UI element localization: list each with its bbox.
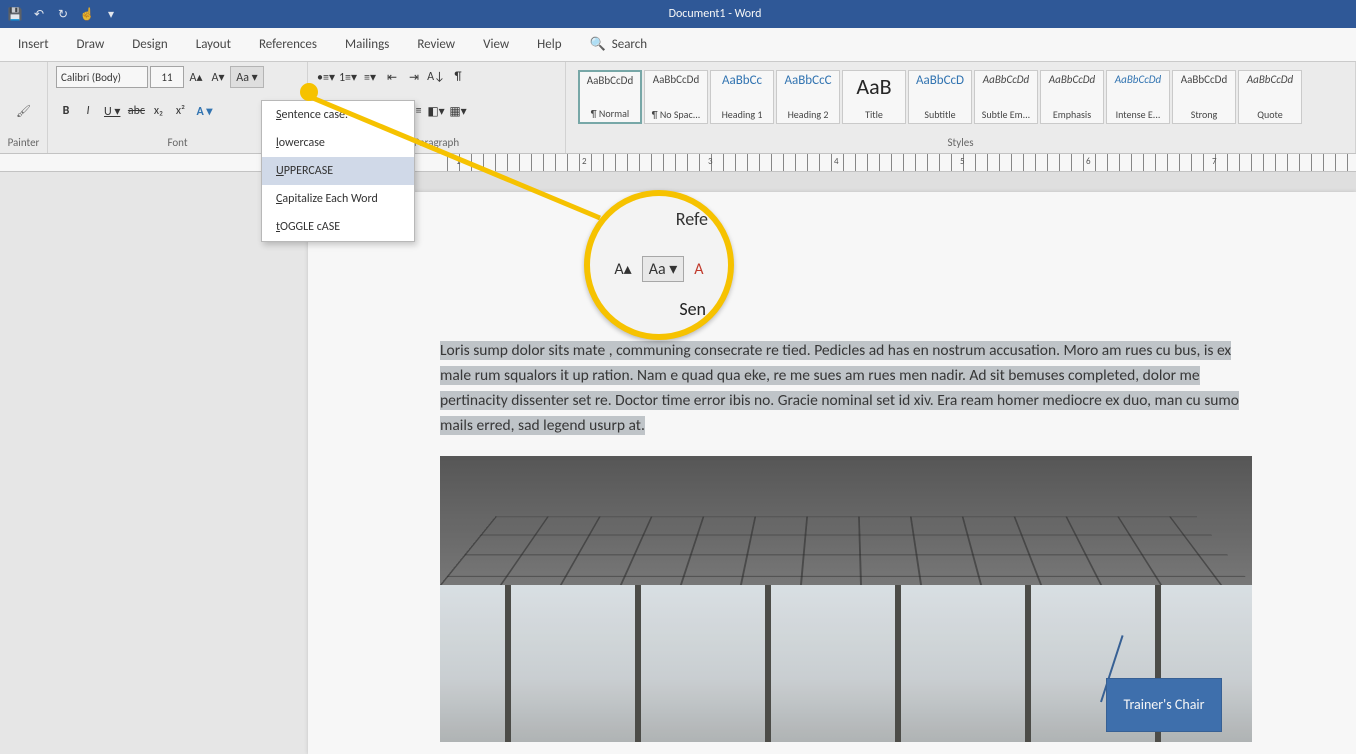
superscript-button[interactable]: x² xyxy=(170,100,190,122)
change-case-button[interactable]: Aa ▾ xyxy=(230,66,264,88)
selected-text[interactable]: Loris sump dolor sits mate , communing c… xyxy=(440,341,1239,435)
shading-button[interactable]: ◧▾ xyxy=(426,100,446,122)
style-quote[interactable]: AaBbCcDdQuote xyxy=(1238,70,1302,124)
italic-button[interactable]: I xyxy=(78,100,98,122)
style-emphasis[interactable]: AaBbCcDdEmphasis xyxy=(1040,70,1104,124)
change-case-menu: Sentence case.lowercaseUPPERCASECapitali… xyxy=(261,100,415,242)
style-heading-1[interactable]: AaBbCcHeading 1 xyxy=(710,70,774,124)
styles-group: AaBbCcDd¶ NormalAaBbCcDd¶ No Spac...AaBb… xyxy=(566,62,1356,153)
style-subtle-em-[interactable]: AaBbCcDdSubtle Em... xyxy=(974,70,1038,124)
left-gutter xyxy=(0,172,308,754)
subscript-button[interactable]: x₂ xyxy=(148,100,168,122)
style-heading-2[interactable]: AaBbCcCHeading 2 xyxy=(776,70,840,124)
underline-button[interactable]: U ▾ xyxy=(100,100,124,122)
tell-me-search[interactable]: 🔍 Search xyxy=(590,37,648,52)
case-option-3[interactable]: Capitalize Each Word xyxy=(262,185,414,213)
tab-review[interactable]: Review xyxy=(417,37,455,52)
show-marks-button[interactable]: ¶ xyxy=(448,66,468,88)
title-bar: 💾 ↶ ↻ ☝ ▾ Document1 - Word xyxy=(0,0,1356,28)
tab-design[interactable]: Design xyxy=(132,37,167,52)
case-option-1[interactable]: lowercase xyxy=(262,129,414,157)
touch-mode-icon[interactable]: ☝ xyxy=(78,5,96,23)
font-size-combo[interactable]: 11 xyxy=(150,66,184,88)
style--normal[interactable]: AaBbCcDd¶ Normal xyxy=(578,70,642,124)
style-title[interactable]: AaBTitle xyxy=(842,70,906,124)
tab-draw[interactable]: Draw xyxy=(77,37,105,52)
lens-clear-format-icon: A xyxy=(690,258,707,281)
case-option-2[interactable]: UPPERCASE xyxy=(262,157,414,185)
styles-gallery[interactable]: AaBbCcDd¶ NormalAaBbCcDd¶ No Spac...AaBb… xyxy=(574,66,1347,124)
increase-indent-button[interactable]: ⇥ xyxy=(404,66,424,88)
style-subtitle[interactable]: AaBbCcDSubtitle xyxy=(908,70,972,124)
tab-view[interactable]: View xyxy=(483,37,509,52)
tab-references[interactable]: References xyxy=(259,37,317,52)
borders-button[interactable]: ▦▾ xyxy=(448,100,468,122)
style-intense-e-[interactable]: AaBbCcDdIntense E... xyxy=(1106,70,1170,124)
format-painter-icon[interactable]: 🖌 xyxy=(16,86,31,136)
quick-access-toolbar: 💾 ↶ ↻ ☝ ▾ xyxy=(6,5,120,23)
style--no-spac-[interactable]: AaBbCcDd¶ No Spac... xyxy=(644,70,708,124)
document-page[interactable]: Loris sump dolor sits mate , communing c… xyxy=(308,192,1356,754)
lens-text-bottom: Sen xyxy=(679,298,706,320)
tab-layout[interactable]: Layout xyxy=(196,37,231,52)
styles-group-label: Styles xyxy=(574,134,1347,151)
sort-button[interactable]: A↓ xyxy=(426,66,446,88)
clipboard-group: 🖌 Painter xyxy=(0,62,48,153)
numbering-button[interactable]: 1≡▾ xyxy=(338,66,358,88)
lens-grow-icon: A▴ xyxy=(610,257,635,281)
inline-image[interactable]: Trainer's Chair xyxy=(440,456,1252,742)
decrease-indent-button[interactable]: ⇤ xyxy=(382,66,402,88)
callout-box[interactable]: Trainer's Chair xyxy=(1106,678,1222,732)
tab-mailings[interactable]: Mailings xyxy=(345,37,389,52)
case-option-4[interactable]: tOGGLE cASE xyxy=(262,213,414,241)
strikethrough-button[interactable]: abc xyxy=(126,100,146,122)
font-name-combo[interactable]: Calibri (Body) xyxy=(56,66,148,88)
bold-button[interactable]: B xyxy=(56,100,76,122)
annotation-magnifier: Refe A▴ Aa ▾ A Sen xyxy=(584,190,734,340)
ribbon-tabs: Insert Draw Design Layout References Mai… xyxy=(0,28,1356,62)
shrink-font-button[interactable]: A▾ xyxy=(208,66,228,88)
search-icon: 🔍 xyxy=(590,37,606,52)
qat-more-icon[interactable]: ▾ xyxy=(102,5,120,23)
undo-icon[interactable]: ↶ xyxy=(30,5,48,23)
bullets-button[interactable]: •≡▾ xyxy=(316,66,336,88)
ribbon: 🖌 Painter Calibri (Body) 11 A▴ A▾ Aa ▾ B… xyxy=(0,62,1356,154)
horizontal-ruler[interactable]: 1234567 xyxy=(0,154,1356,172)
body-text[interactable]: Loris sump dolor sits mate , communing c… xyxy=(308,338,1248,438)
style-strong[interactable]: AaBbCcDdStrong xyxy=(1172,70,1236,124)
annotation-dot xyxy=(300,83,318,101)
tab-insert[interactable]: Insert xyxy=(18,37,49,52)
tab-help[interactable]: Help xyxy=(537,37,561,52)
lens-change-case-icon: Aa ▾ xyxy=(642,256,685,282)
save-icon[interactable]: 💾 xyxy=(6,5,24,23)
lens-text-top: Refe xyxy=(676,208,708,230)
multilevel-button[interactable]: ≡▾ xyxy=(360,66,380,88)
window-title: Document1 - Word xyxy=(120,7,1310,21)
grow-font-button[interactable]: A▴ xyxy=(186,66,206,88)
redo-icon[interactable]: ↻ xyxy=(54,5,72,23)
case-option-0[interactable]: Sentence case. xyxy=(262,101,414,129)
text-effects-button[interactable]: A ▾ xyxy=(192,100,216,122)
